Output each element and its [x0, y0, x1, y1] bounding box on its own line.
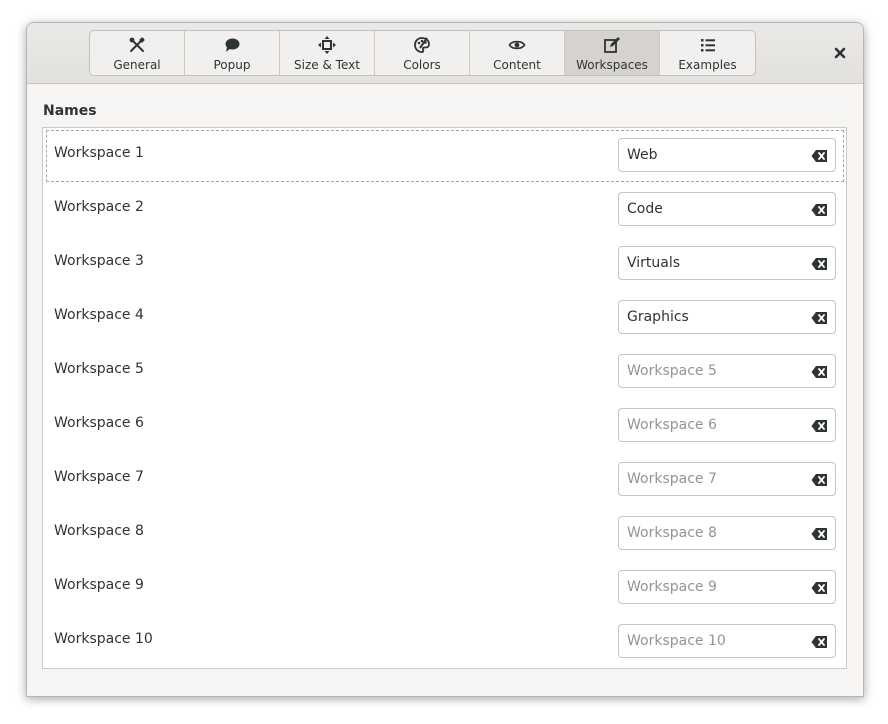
workspace-label: Workspace 10 — [54, 631, 153, 647]
workspace-label: Workspace 3 — [54, 253, 144, 269]
tab-label: Examples — [678, 58, 737, 72]
workspace-name-entry — [618, 354, 836, 388]
tab-content[interactable]: Content — [470, 31, 565, 75]
workspace-label: Workspace 4 — [54, 307, 144, 323]
eye-icon — [508, 36, 526, 54]
clear-text-icon[interactable] — [811, 256, 828, 270]
speech-bubble-icon — [223, 36, 241, 54]
clear-text-icon[interactable] — [811, 310, 828, 324]
tab-label: Content — [493, 58, 541, 72]
workspace-name-input[interactable] — [627, 517, 807, 549]
clear-text-icon[interactable] — [811, 472, 828, 486]
workspace-name-input[interactable] — [627, 355, 807, 387]
workspace-label: Workspace 1 — [54, 145, 144, 161]
workspace-name-entry — [618, 246, 836, 280]
clear-text-icon[interactable] — [811, 580, 828, 594]
tab-colors[interactable]: Colors — [375, 31, 470, 75]
close-button[interactable] — [827, 40, 853, 66]
workspace-row: Workspace 8 — [43, 506, 846, 560]
workspace-name-input[interactable] — [627, 463, 807, 495]
palette-icon — [413, 36, 431, 54]
workspace-row: Workspace 6 — [43, 398, 846, 452]
workspace-label: Workspace 7 — [54, 469, 144, 485]
workspace-row: Workspace 5 — [43, 344, 846, 398]
clear-text-icon[interactable] — [811, 418, 828, 432]
workspace-name-input[interactable] — [627, 625, 807, 657]
clear-text-icon[interactable] — [811, 202, 828, 216]
tab-label: Workspaces — [576, 58, 648, 72]
clear-text-icon[interactable] — [811, 526, 828, 540]
workspace-name-entry — [618, 408, 836, 442]
workspace-name-entry — [618, 570, 836, 604]
workspace-name-input[interactable] — [627, 409, 807, 441]
workspace-row: Workspace 1 — [43, 128, 846, 182]
workspace-name-input[interactable] — [627, 247, 807, 279]
tab-examples[interactable]: Examples — [660, 31, 755, 75]
workspace-label: Workspace 5 — [54, 361, 144, 377]
workspace-name-input[interactable] — [627, 571, 807, 603]
workspace-label: Workspace 8 — [54, 523, 144, 539]
tab-label: Colors — [403, 58, 441, 72]
workspace-row: Workspace 7 — [43, 452, 846, 506]
workspace-names-list: Workspace 1 Workspace 2 Workspace 3 Work… — [42, 127, 847, 669]
clear-text-icon[interactable] — [811, 364, 828, 378]
workspace-name-input[interactable] — [627, 139, 807, 171]
workspace-label: Workspace 9 — [54, 577, 144, 593]
workspace-label: Workspace 2 — [54, 199, 144, 215]
workspace-row: Workspace 3 — [43, 236, 846, 290]
tab-label: Size & Text — [294, 58, 360, 72]
workspace-name-entry — [618, 462, 836, 496]
header-bar: General Popup Size & Text Colors Content… — [27, 23, 863, 84]
workspace-name-entry — [618, 138, 836, 172]
workspace-row: Workspace 9 — [43, 560, 846, 614]
tab-label: General — [113, 58, 161, 72]
tab-workspaces[interactable]: Workspaces — [565, 31, 660, 75]
clear-text-icon[interactable] — [811, 148, 828, 162]
tab-general[interactable]: General — [90, 31, 185, 75]
workspace-name-entry — [618, 192, 836, 226]
workspace-label: Workspace 6 — [54, 415, 144, 431]
workspace-row: Workspace 4 — [43, 290, 846, 344]
edit-icon — [603, 36, 621, 54]
workspace-row: Workspace 10 — [43, 614, 846, 668]
move-arrows-icon — [318, 36, 336, 54]
names-section-title: Names — [43, 103, 97, 119]
tab-popup[interactable]: Popup — [185, 31, 280, 75]
list-icon — [699, 36, 717, 54]
workspace-name-entry — [618, 300, 836, 334]
tools-icon — [128, 36, 146, 54]
preferences-window: General Popup Size & Text Colors Content… — [26, 22, 864, 697]
tab-size-text[interactable]: Size & Text — [280, 31, 375, 75]
tab-label: Popup — [213, 58, 251, 72]
clear-text-icon[interactable] — [811, 634, 828, 648]
workspace-name-input[interactable] — [627, 193, 807, 225]
workspace-name-entry — [618, 624, 836, 658]
tab-bar: General Popup Size & Text Colors Content… — [89, 30, 756, 76]
workspace-row: Workspace 2 — [43, 182, 846, 236]
workspace-name-entry — [618, 516, 836, 550]
close-icon — [834, 44, 846, 63]
workspace-name-input[interactable] — [627, 301, 807, 333]
